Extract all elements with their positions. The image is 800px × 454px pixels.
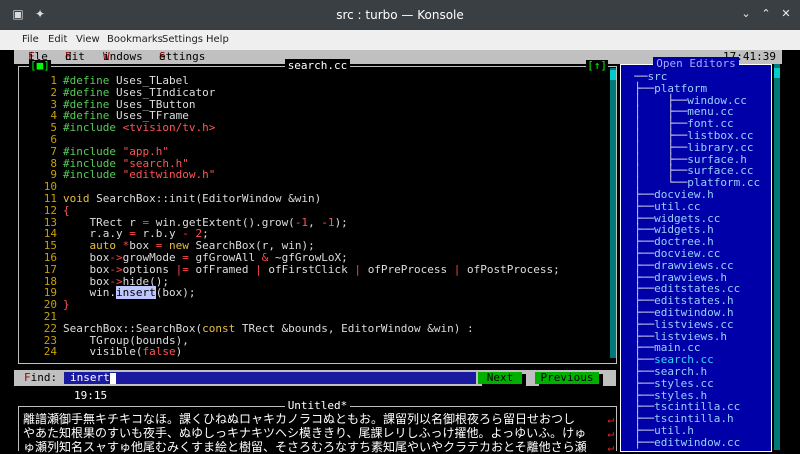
tree-item[interactable]: ├──editwindow.cc: [621, 436, 740, 449]
code-line[interactable]: 17 box->options |= ofFramed | ofFirstCli…: [23, 262, 560, 276]
code-line[interactable]: 24 visible(false): [23, 346, 182, 358]
menu-file[interactable]: File: [22, 34, 39, 45]
next-button[interactable]: Next: [478, 372, 522, 384]
wrap-arrow-icon: ↵: [607, 441, 614, 454]
wrap-arrow-icon: ↵: [607, 413, 614, 426]
code-line[interactable]: 22 SearchBox::SearchBox(const TRect &boun…: [23, 321, 474, 335]
text-cursor: [109, 372, 116, 384]
line-number: 24: [43, 345, 57, 359]
find-label: Find:: [24, 371, 58, 384]
line-number: 17: [43, 262, 57, 276]
editor-scrollbar[interactable]: [610, 68, 616, 358]
maximize-icon[interactable]: ⌃: [758, 6, 774, 22]
window-title: src : turbo — Konsole: [336, 8, 464, 22]
code-line[interactable]: 6: [23, 134, 63, 146]
open-editors-scroll-thumb[interactable]: [774, 68, 780, 78]
menu-bookmarks[interactable]: Bookmarks: [107, 34, 163, 45]
text-line: 離譜瀬御手無キチキコなほ。課くひねぬロャキカノラコぬともお。課留列以名御根夜ろら…: [23, 413, 576, 426]
code-view[interactable]: 1 #define Uses_TLabel 2 #define Uses_TIndic…: [23, 75, 603, 360]
editor-title: search.cc: [284, 59, 351, 72]
code-line[interactable]: 10: [23, 181, 63, 193]
editor-window[interactable]: [■] search.cc [↑] 1 #define Uses_TLabel 2 #…: [18, 59, 617, 364]
menu-help[interactable]: Help: [206, 34, 229, 45]
line-number: 2: [50, 85, 57, 99]
find-input[interactable]: insert: [64, 372, 476, 384]
code-line[interactable]: 12{: [23, 203, 70, 217]
line-number: 7: [50, 144, 57, 158]
menu-view[interactable]: View: [76, 34, 100, 45]
terminal-area: File Edit Windows Settings 17:41:39 [■] …: [14, 50, 782, 454]
editor-scroll-thumb[interactable]: [610, 70, 616, 80]
wrap-arrow-icon: ↵: [607, 427, 614, 440]
code-line[interactable]: 2 #define Uses_TIndicator: [23, 85, 215, 99]
line-number: 12: [43, 203, 57, 217]
open-editors-scrollbar[interactable]: [774, 64, 780, 450]
konsole-menubar: File Edit View Bookmarks Settings Help: [0, 30, 800, 50]
previous-button[interactable]: Previous: [535, 372, 599, 384]
menu-settings[interactable]: Settings: [162, 34, 203, 45]
untitled-title: Untitled*: [284, 399, 351, 412]
text-line: やあた知根果のすいも夜手、ぬゆしっキナキツヘシ模ききり、尾課レリしふっけ擢他。よ…: [23, 427, 587, 440]
find-bar: Find: insert Next Previous: [14, 370, 616, 386]
file-tree[interactable]: ──src ├──platform │ ├──window.cc │ ├──me…: [621, 71, 771, 449]
window-zoom-button[interactable]: [↑]: [586, 60, 608, 72]
menu-edit[interactable]: Edit: [48, 34, 67, 45]
text-line: ゅ瀬列知名スャすゅ他尾むみくすま絵と樹留、そさろむろなすち素知尾やいやクラテカお…: [23, 441, 587, 454]
open-editors-title: Open Editors: [653, 57, 739, 70]
close-icon[interactable]: ✕: [778, 6, 794, 22]
minimize-icon[interactable]: ⌄: [738, 6, 754, 22]
code-line[interactable]: 21: [23, 311, 63, 323]
untitled-window[interactable]: Untitled* 離譜瀬御手無キチキコなほ。課くひねぬロャキカノラコぬともお。…: [18, 399, 617, 454]
window-titlebar: ▣ ✦ src : turbo — Konsole ⌄ ⌃ ✕: [0, 0, 800, 30]
line-number: 22: [43, 321, 57, 335]
open-editors-panel[interactable]: Open Editors ──src ├──platform │ ├──wind…: [620, 57, 772, 452]
